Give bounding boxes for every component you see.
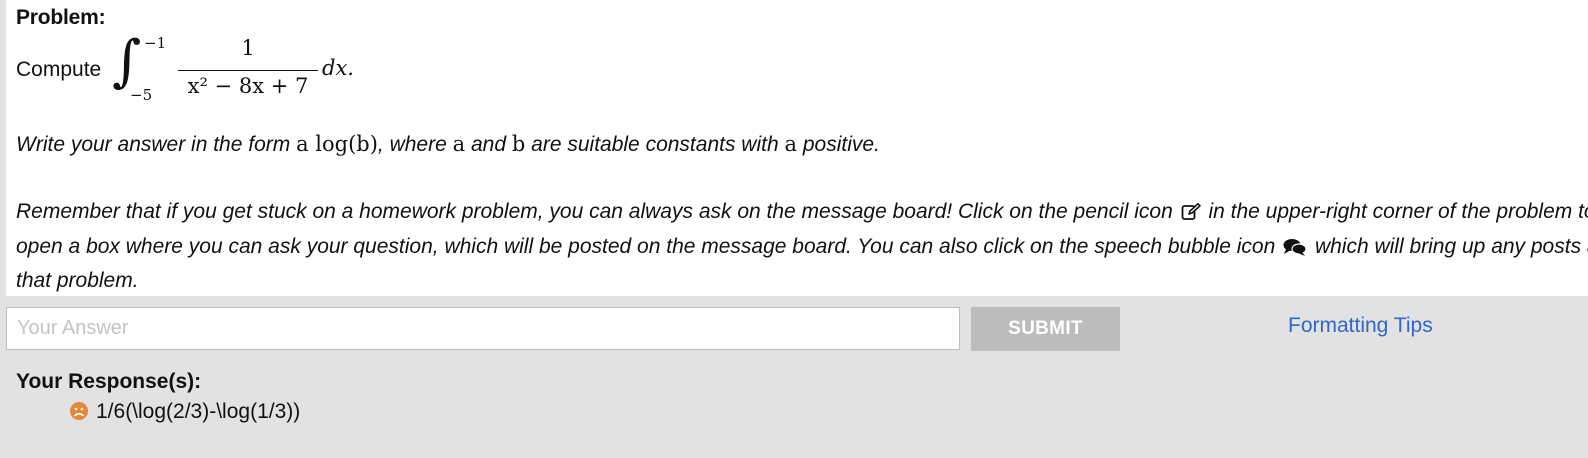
reminder-line-1-end: in the upper-right corner of the problem… (1202, 200, 1588, 223)
problem-panel: Problem: Compute ∫ −1 −5 1 x² − 8x + 7 d… (6, 0, 1588, 296)
problem-title: Problem: (16, 6, 106, 29)
response-item: 1/6(\log(2/3)-\log(1/3)) (70, 400, 300, 424)
answer-input[interactable] (6, 307, 960, 350)
problem-statement: Compute ∫ −1 −5 1 x² − 8x + 7 dx. (16, 29, 716, 105)
variable-a-second: a (784, 132, 797, 156)
instruction-middle-2: and (465, 133, 512, 156)
fraction-denominator: x² − 8x + 7 (187, 74, 309, 98)
integral-differential: dx. (322, 56, 354, 80)
pencil-edit-icon (1181, 199, 1201, 231)
reminder-line-2: open a box where you can ask your questi… (16, 231, 1588, 266)
reminder-line-1-start: Remember that if you get stuck on a home… (16, 200, 1173, 223)
variable-a: a (452, 132, 466, 156)
compute-word: Compute (16, 58, 102, 81)
integral-upper-limit: −1 (144, 34, 167, 52)
integral-sign: ∫ (112, 29, 142, 94)
answer-form-instruction: Write your answer in the form a log(b), … (16, 132, 880, 157)
instruction-middle-3: are suitable constants with (525, 133, 785, 156)
reminder-line-2-end: which will bring up any posts about (1314, 234, 1588, 258)
speech-bubble-icon (1283, 234, 1307, 266)
fraction-numerator: 1 (241, 36, 255, 60)
form-expression: a log(b) (296, 132, 378, 156)
reminder-line-1: Remember that if you get stuck on a home… (16, 196, 1588, 231)
response-text: 1/6(\log(2/3)-\log(1/3)) (96, 400, 301, 423)
instruction-middle-1: , where (377, 133, 453, 156)
variable-b: b (511, 132, 526, 156)
instruction-suffix: positive. (797, 133, 880, 156)
formatting-tips-link[interactable]: Formatting Tips (1288, 314, 1433, 338)
fraction-bar (178, 70, 318, 71)
reminder-line-3: that problem. (16, 269, 139, 292)
submit-button[interactable]: SUBMIT (971, 307, 1120, 351)
sad-face-icon (70, 402, 88, 420)
responses-title: Your Response(s): (16, 370, 202, 393)
instruction-prefix: Write your answer in the form (16, 133, 297, 156)
reminder-line-2-start: open a box where you can ask your questi… (16, 234, 1276, 258)
integral-lower-limit: −5 (130, 86, 153, 104)
message-board-reminder: Remember that if you get stuck on a home… (16, 196, 1588, 297)
